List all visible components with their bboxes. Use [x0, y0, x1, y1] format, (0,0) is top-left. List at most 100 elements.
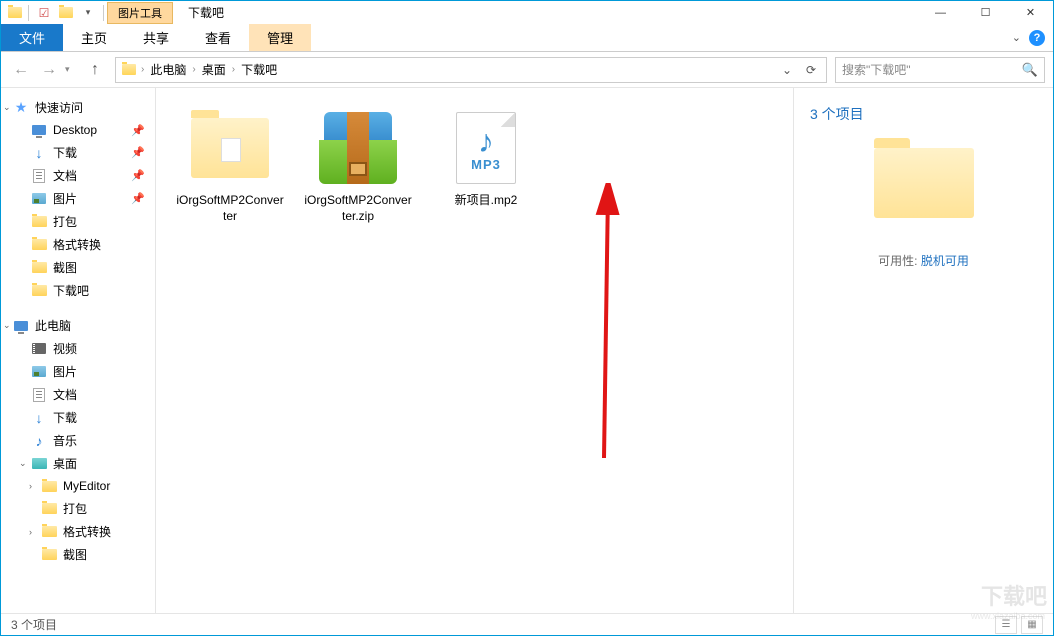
pin-icon: 📌 — [131, 124, 151, 137]
tab-home[interactable]: 主页 — [63, 24, 125, 51]
tab-view[interactable]: 查看 — [187, 24, 249, 51]
nav-jietu2[interactable]: 截图 — [1, 543, 155, 566]
nav-geshi2[interactable]: › 格式转换 — [1, 520, 155, 543]
document-icon — [31, 387, 47, 403]
nav-desktop2[interactable]: ⌄ 桌面 — [1, 452, 155, 475]
file-item-mp2[interactable]: ♪ MP3 新项目.mp2 — [426, 108, 546, 224]
app-icon — [7, 5, 23, 21]
details-avail-value: 脱机可用 — [921, 254, 969, 268]
close-button[interactable]: ✕ — [1008, 2, 1053, 24]
search-input[interactable]: 搜索"下载吧" 🔍 — [835, 57, 1045, 83]
window-title: 下载吧 — [173, 4, 239, 21]
file-label: iOrgSoftMP2Converter — [175, 192, 285, 224]
folder-icon — [31, 237, 47, 253]
status-bar: 3 个项目 ☰ ▦ — [1, 613, 1053, 635]
nav-documents2[interactable]: 文档 — [1, 383, 155, 406]
nav-music[interactable]: ♪ 音乐 — [1, 429, 155, 452]
folder-icon — [41, 524, 57, 540]
zip-icon: 360 ZIP — [313, 108, 403, 188]
breadcrumb-root[interactable]: 此电脑 — [147, 61, 189, 78]
chevron-right-icon[interactable]: › — [229, 64, 238, 75]
search-placeholder: 搜索"下载吧" — [842, 61, 911, 78]
nav-dabao2[interactable]: 打包 — [1, 497, 155, 520]
breadcrumb-folder-icon — [120, 64, 138, 75]
folder-icon — [41, 478, 57, 494]
folder-icon — [31, 214, 47, 230]
nav-quick-access[interactable]: ⌄ ★ 快速访问 — [1, 96, 155, 119]
file-label: iOrgSoftMP2Converter.zip — [303, 192, 413, 224]
folder-icon — [41, 501, 57, 517]
tab-manage[interactable]: 管理 — [249, 24, 311, 51]
audio-icon: ♪ MP3 — [441, 108, 531, 188]
title-bar: ☑ ▾ 图片工具 下载吧 — ☐ ✕ — [1, 1, 1053, 24]
file-list[interactable]: iOrgSoftMP2Converter 360 ZIP iOrgSoftMP2… — [156, 88, 793, 613]
breadcrumb-level1[interactable]: 桌面 — [199, 61, 229, 78]
star-icon: ★ — [13, 100, 29, 116]
nav-myeditor[interactable]: › MyEditor — [1, 475, 155, 497]
breadcrumb-dropdown-icon[interactable]: ⌄ — [776, 59, 798, 81]
file-item-zip[interactable]: 360 ZIP iOrgSoftMP2Converter.zip — [298, 108, 418, 224]
chevron-right-icon[interactable]: › — [138, 64, 147, 75]
picture-icon — [31, 191, 47, 207]
details-pane: 3 个项目 可用性: 脱机可用 — [793, 88, 1053, 613]
qat-dropdown-icon[interactable]: ▾ — [78, 4, 98, 22]
search-icon[interactable]: 🔍 — [1022, 62, 1038, 78]
caret-down-icon[interactable]: ⌄ — [3, 320, 11, 331]
maximize-button[interactable]: ☐ — [963, 2, 1008, 24]
nav-history-dropdown[interactable]: ▾ — [65, 64, 79, 75]
download-icon: ↓ — [31, 145, 47, 161]
nav-folder-dabao[interactable]: 打包 — [1, 210, 155, 233]
annotation-arrow-icon — [586, 183, 626, 463]
help-icon[interactable]: ? — [1029, 30, 1045, 46]
caret-down-icon[interactable]: ⌄ — [3, 102, 11, 113]
nav-folder-geshi[interactable]: 格式转换 — [1, 233, 155, 256]
navigation-pane[interactable]: ⌄ ★ 快速访问 Desktop 📌 ↓ 下载 📌 文档 📌 图片 — [1, 88, 156, 613]
caret-down-icon[interactable]: ⌄ — [19, 458, 27, 469]
nav-up-button[interactable]: ↑ — [83, 58, 107, 82]
watermark-url: www.xiazaiba.com — [971, 611, 1045, 621]
folder-icon — [185, 108, 275, 188]
picture-icon — [31, 364, 47, 380]
nav-back-button[interactable]: ← — [9, 58, 33, 82]
nav-downloads[interactable]: ↓ 下载 📌 — [1, 141, 155, 164]
file-label: 新项目.mp2 — [455, 192, 518, 208]
nav-documents[interactable]: 文档 📌 — [1, 164, 155, 187]
pin-icon: 📌 — [131, 192, 151, 205]
nav-folder-jietu[interactable]: 截图 — [1, 256, 155, 279]
qat-prop-icon[interactable]: ☑ — [34, 4, 54, 22]
refresh-button[interactable]: ⟳ — [800, 59, 822, 81]
minimize-button[interactable]: — — [918, 2, 963, 24]
pin-icon: 📌 — [131, 169, 151, 182]
nav-pictures2[interactable]: 图片 — [1, 360, 155, 383]
folder-icon — [31, 283, 47, 299]
caret-right-icon[interactable]: › — [29, 481, 32, 491]
pin-icon: 📌 — [131, 146, 151, 159]
folder-icon — [31, 260, 47, 276]
tab-file[interactable]: 文件 — [1, 24, 63, 51]
nav-downloads2[interactable]: ↓ 下载 — [1, 406, 155, 429]
status-count: 3 个项目 — [11, 616, 57, 633]
nav-videos[interactable]: 视频 — [1, 337, 155, 360]
nav-desktop[interactable]: Desktop 📌 — [1, 119, 155, 141]
chevron-right-icon[interactable]: › — [189, 64, 198, 75]
qat-folder-icon[interactable] — [56, 4, 76, 22]
folder-icon — [31, 456, 47, 472]
details-avail-label: 可用性: — [878, 254, 917, 268]
download-icon: ↓ — [31, 410, 47, 426]
caret-right-icon[interactable]: › — [29, 527, 32, 537]
breadcrumb-bar[interactable]: › 此电脑 › 桌面 › 下载吧 ⌄ ⟳ — [115, 57, 827, 83]
nav-forward-button[interactable]: → — [37, 58, 61, 82]
ribbon: 文件 主页 共享 查看 管理 ⌄ ? — [1, 24, 1053, 52]
folder-icon — [41, 547, 57, 563]
breadcrumb-level2[interactable]: 下载吧 — [238, 61, 280, 78]
document-icon — [31, 168, 47, 184]
nav-pictures[interactable]: 图片 📌 — [1, 187, 155, 210]
details-title: 3 个项目 — [810, 104, 1037, 124]
expand-ribbon-icon[interactable]: ⌄ — [1012, 31, 1021, 44]
computer-icon — [13, 318, 29, 334]
tab-share[interactable]: 共享 — [125, 24, 187, 51]
file-item-folder[interactable]: iOrgSoftMP2Converter — [170, 108, 290, 224]
contextual-tab-label: 图片工具 — [107, 2, 173, 24]
nav-this-pc[interactable]: ⌄ 此电脑 — [1, 314, 155, 337]
nav-folder-xiazaiba[interactable]: 下载吧 — [1, 279, 155, 302]
